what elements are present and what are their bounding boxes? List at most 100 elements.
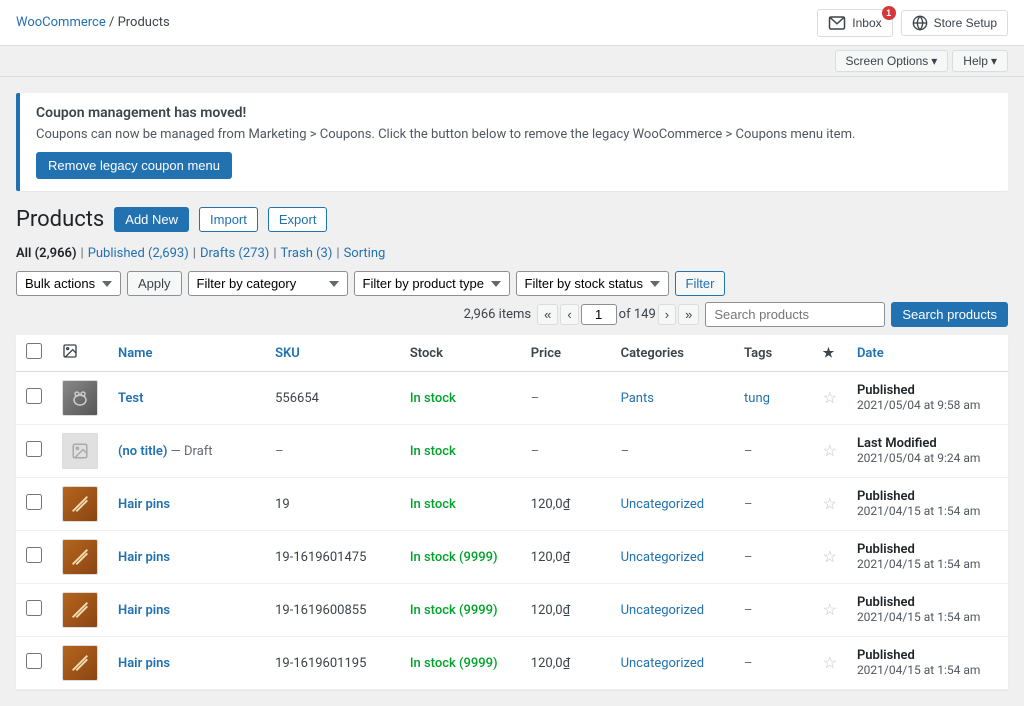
export-button[interactable]: Export [268, 207, 328, 232]
star-button[interactable]: ☆ [823, 547, 837, 567]
options-bar: Screen Options ▾ Help ▾ [0, 46, 1024, 77]
help-button[interactable]: Help ▾ [952, 50, 1008, 72]
row-checkbox-cell [16, 584, 52, 637]
filter-button[interactable]: Filter [675, 271, 726, 296]
row-checkbox-cell [16, 425, 52, 478]
filter-by-stock-status-select[interactable]: Filter by stock status [516, 271, 669, 296]
row-tag-link[interactable]: tung [744, 391, 770, 406]
product-name-link[interactable]: Hair pins [118, 550, 170, 565]
select-all-checkbox[interactable] [26, 343, 42, 359]
row-category-link[interactable]: Uncategorized [621, 550, 704, 565]
name-column-header[interactable]: Name [108, 335, 265, 372]
select-all-header[interactable] [16, 335, 52, 372]
inbox-button[interactable]: 1 Inbox [817, 9, 892, 37]
row-star-cell: ☆ [813, 478, 847, 531]
row-categories-cell: Uncategorized [611, 637, 734, 690]
first-page-button[interactable]: « [537, 304, 558, 325]
search-input[interactable] [705, 302, 885, 327]
inbox-label: Inbox [852, 16, 881, 30]
image-icon [62, 343, 78, 359]
star-button[interactable]: ☆ [823, 600, 837, 620]
row-sku: – [275, 444, 284, 459]
row-name-cell: Test [108, 372, 265, 425]
row-date-cell: Published2021/04/15 at 1:54 am [847, 478, 1008, 531]
search-products-button[interactable]: Search products [891, 302, 1008, 327]
row-image-cell [52, 372, 108, 425]
row-star-cell: ☆ [813, 637, 847, 690]
filter-tab-published[interactable]: Published (2,693) [88, 246, 189, 261]
row-category-link[interactable]: Uncategorized [621, 656, 704, 671]
row-stock-cell: In stock (9999) [400, 584, 521, 637]
row-checkbox-cell [16, 372, 52, 425]
row-checkbox[interactable] [26, 441, 42, 457]
next-page-button[interactable]: › [658, 304, 676, 325]
categories-column-header: Categories [611, 335, 734, 372]
row-price-cell: – [521, 372, 611, 425]
star-button[interactable]: ☆ [823, 441, 837, 461]
top-bar: WooCommerce / Products 1 Inbox Store Set… [0, 0, 1024, 46]
price-column-header: Price [521, 335, 611, 372]
table-body: Test556654In stock–Pantstung☆Published20… [16, 372, 1008, 690]
star-button[interactable]: ☆ [823, 653, 837, 673]
row-stock-value: In stock (9999) [410, 603, 498, 618]
store-setup-button[interactable]: Store Setup [901, 10, 1008, 36]
row-date-value: 2021/05/04 at 9:58 am [857, 398, 980, 412]
image-column-header [52, 335, 108, 372]
row-categories-cell: Uncategorized [611, 478, 734, 531]
row-category-link[interactable]: Pants [621, 391, 654, 406]
filter-by-product-type-select[interactable]: Filter by product type [354, 271, 510, 296]
bulk-actions-select[interactable]: Bulk actions [16, 271, 121, 296]
product-thumbnail [62, 592, 98, 628]
star-button[interactable]: ☆ [823, 494, 837, 514]
toolbar: Bulk actions Apply Filter by category Fi… [16, 271, 1008, 327]
row-checkbox[interactable] [26, 547, 42, 563]
row-image-cell [52, 584, 108, 637]
row-checkbox[interactable] [26, 388, 42, 404]
notice-text: Coupons can now be managed from Marketin… [36, 127, 992, 142]
product-name-link[interactable]: Hair pins [118, 497, 170, 512]
apply-button[interactable]: Apply [127, 271, 182, 296]
page-number-input[interactable] [581, 304, 617, 325]
filter-tab-drafts[interactable]: Drafts (273) [200, 246, 269, 261]
row-stock-cell: In stock (9999) [400, 637, 521, 690]
row-date-status: Last Modified [857, 436, 998, 451]
products-table: Name SKU Stock Price Categories Tags ★ D… [16, 335, 1008, 690]
screen-options-button[interactable]: Screen Options ▾ [835, 50, 949, 72]
filter-tab-all[interactable]: All (2,966) [16, 246, 77, 261]
row-checkbox[interactable] [26, 494, 42, 510]
row-image-cell [52, 425, 108, 478]
row-checkbox[interactable] [26, 653, 42, 669]
prev-page-button[interactable]: ‹ [560, 304, 578, 325]
woocommerce-link[interactable]: WooCommerce [16, 15, 106, 30]
filter-by-category-select[interactable]: Filter by category [188, 271, 348, 296]
screen-options-label: Screen Options [846, 54, 929, 68]
row-sku-cell: – [265, 425, 400, 478]
last-page-button[interactable]: » [678, 304, 699, 325]
remove-coupon-menu-button[interactable]: Remove legacy coupon menu [36, 152, 232, 179]
row-name-cell: Hair pins [108, 478, 265, 531]
filter-tab-trash[interactable]: Trash (3) [281, 246, 333, 261]
row-sku: 19-1619600855 [275, 603, 366, 618]
row-sku-cell: 556654 [265, 372, 400, 425]
row-star-cell: ☆ [813, 425, 847, 478]
add-new-button[interactable]: Add New [114, 207, 189, 232]
product-name-link[interactable]: Test [118, 391, 143, 406]
row-star-cell: ☆ [813, 372, 847, 425]
inbox-icon [828, 14, 846, 32]
star-button[interactable]: ☆ [823, 388, 837, 408]
help-label: Help [963, 54, 988, 68]
table-row: (no title) — Draft–In stock–––☆Last Modi… [16, 425, 1008, 478]
row-category-link[interactable]: Uncategorized [621, 497, 704, 512]
tags-column-header: Tags [734, 335, 813, 372]
date-column-header[interactable]: Date [847, 335, 1008, 372]
filter-tab-sorting[interactable]: Sorting [344, 246, 386, 261]
sku-column-header[interactable]: SKU [265, 335, 400, 372]
page-total: of 149 [619, 307, 656, 322]
row-category-link[interactable]: Uncategorized [621, 603, 704, 618]
row-name-cell: Hair pins [108, 637, 265, 690]
product-name-link[interactable]: Hair pins [118, 603, 170, 618]
import-button[interactable]: Import [199, 207, 258, 232]
row-checkbox[interactable] [26, 600, 42, 616]
product-name-link[interactable]: Hair pins [118, 656, 170, 671]
product-name-link[interactable]: (no title) [118, 444, 167, 459]
